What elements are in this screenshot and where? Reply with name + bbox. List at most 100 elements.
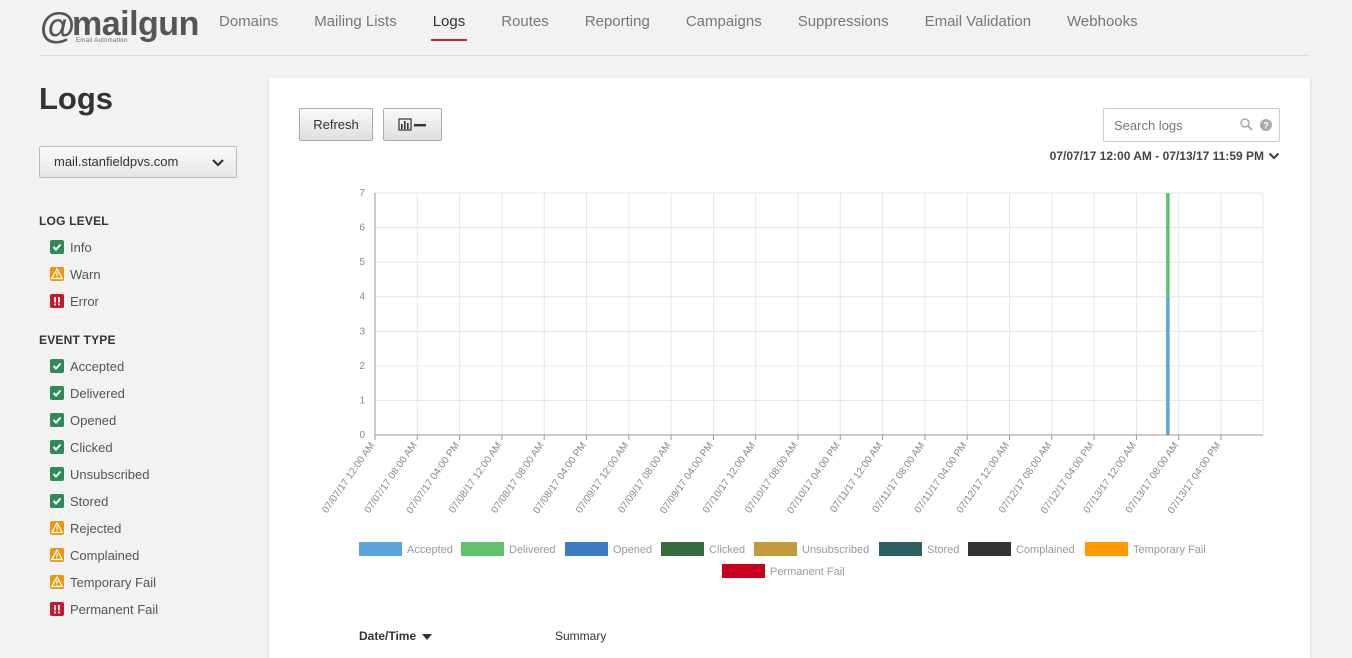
event-type-heading: EVENT TYPE [39,333,116,347]
legend-label: Accepted [407,544,453,556]
column-header-datetime[interactable]: Date/Time [359,629,433,643]
checkbox-checked-icon[interactable] [50,440,64,454]
filter-label: Stored [70,493,109,509]
y-tick-label: 2 [359,361,365,372]
sidebar: Logs mail.stanfieldpvs.com LOG LEVEL Inf… [39,80,239,617]
filter-info[interactable]: Info [50,238,92,256]
filter-label: Rejected [70,520,122,536]
y-tick-label: 3 [359,326,365,337]
warning-icon[interactable] [50,267,64,281]
error-icon[interactable] [50,602,64,616]
legend-label: Permanent Fail [770,566,845,578]
filter-delivered[interactable]: Delivered [50,384,125,402]
bar-segment-delivered [1166,193,1170,297]
filter-label: Temporary Fail [70,574,156,590]
filter-label: Accepted [70,358,125,374]
legend-label: Delivered [509,544,555,556]
error-icon[interactable] [50,294,64,308]
checkbox-checked-icon[interactable] [50,413,64,427]
filter-temporary-fail[interactable]: Temporary Fail [50,573,156,591]
legend-swatch [722,564,765,578]
nav-suppressions[interactable]: Suppressions [798,12,889,40]
filter-accepted[interactable]: Accepted [50,357,124,375]
filter-label: Unsubscribed [70,466,150,482]
filter-label: Opened [70,412,117,428]
help-icon[interactable]: ? [1260,119,1272,131]
logo-wordmark: mailgun [72,5,199,43]
filter-warn[interactable]: Warn [50,265,101,283]
nav-email-validation[interactable]: Email Validation [925,12,1031,40]
nav-domains[interactable]: Domains [219,12,278,40]
legend-swatch [754,542,797,556]
sort-desc-icon [422,633,433,640]
nav-mailing-lists[interactable]: Mailing Lists [314,12,397,40]
domain-select[interactable]: mail.stanfieldpvs.com [39,146,237,178]
legend-swatch [359,542,402,556]
filter-label: Error [70,293,99,309]
filter-error[interactable]: Error [50,292,99,310]
legend-swatch [565,542,608,556]
nav-logs[interactable]: Logs [430,12,467,41]
nav-routes[interactable]: Routes [501,12,549,40]
page-title: Logs [39,81,114,116]
warning-icon[interactable] [50,575,64,589]
legend-label: Stored [927,544,959,556]
checkbox-checked-icon[interactable] [50,240,64,254]
events-chart: 0123456707/07/17 12:00 AM07/07/17 08:00 … [320,188,1264,578]
legend-label: Clicked [709,544,745,556]
logs-panel: Refresh ? 07/07/17 12:00 AM - 07/13/17 1… [269,78,1310,658]
filter-label: Complained [70,547,140,563]
filter-stored[interactable]: Stored [50,492,108,510]
column-header-summary: Summary [555,629,607,643]
legend-swatch [968,542,1011,556]
bar-segment-accepted [1166,296,1170,435]
bar-chart-collapse-icon [397,117,426,131]
date-range-picker[interactable]: 07/07/17 12:00 AM - 07/13/17 11:59 PM [1050,149,1280,163]
y-tick-label: 1 [359,395,365,406]
chevron-down-icon [212,159,224,167]
checkbox-checked-icon[interactable] [50,467,64,481]
filter-rejected[interactable]: Rejected [50,519,121,537]
filter-opened[interactable]: Opened [50,411,116,429]
warning-icon[interactable] [50,521,64,535]
filter-label: Clicked [70,439,113,455]
filter-clicked[interactable]: Clicked [50,438,113,456]
y-tick-label: 5 [359,257,365,268]
legend-label: Complained [1016,544,1075,556]
logo-at-mark: @ [40,5,76,46]
mailgun-logo[interactable]: @ mailgun Email Automation [40,5,199,46]
filter-unsubscribed[interactable]: Unsubscribed [50,465,150,483]
y-tick-label: 6 [359,223,365,234]
top-navigation: @ mailgun Email Automation Domains Mailin… [0,0,1352,56]
chart-toggle-button[interactable] [383,108,442,141]
legend-swatch [879,542,922,556]
search-icon[interactable] [1240,118,1253,131]
legend-label: Opened [613,544,652,556]
nav-divider [40,55,1310,56]
filter-permanent-fail[interactable]: Permanent Fail [50,600,158,618]
svg-text:?: ? [1263,121,1269,131]
column-header-datetime-label: Date/Time [359,629,417,643]
date-range-label: 07/07/17 12:00 AM - 07/13/17 11:59 PM [1049,149,1264,163]
main-nav: Domains Mailing Lists Logs Routes Reporting C… [219,12,1174,41]
nav-reporting[interactable]: Reporting [585,12,650,40]
search-box: ? [1103,108,1280,142]
chevron-down-icon [1268,152,1280,160]
nav-campaigns[interactable]: Campaigns [686,12,762,40]
filter-complained[interactable]: Complained [50,546,139,564]
refresh-button[interactable]: Refresh [299,108,373,141]
warning-icon[interactable] [50,548,64,562]
search-input[interactable] [1112,117,1236,134]
checkbox-checked-icon[interactable] [50,494,64,508]
checkbox-checked-icon[interactable] [50,386,64,400]
legend-swatch [461,542,504,556]
y-tick-label: 4 [359,292,365,303]
nav-webhooks[interactable]: Webhooks [1067,12,1138,40]
checkbox-checked-icon[interactable] [50,359,64,373]
legend-label: Unsubscribed [802,544,869,556]
y-tick-label: 7 [359,188,365,199]
log-level-heading: LOG LEVEL [39,214,109,228]
legend-swatch [1085,542,1128,556]
filter-label: Delivered [70,385,125,401]
filter-label: Info [70,239,92,255]
